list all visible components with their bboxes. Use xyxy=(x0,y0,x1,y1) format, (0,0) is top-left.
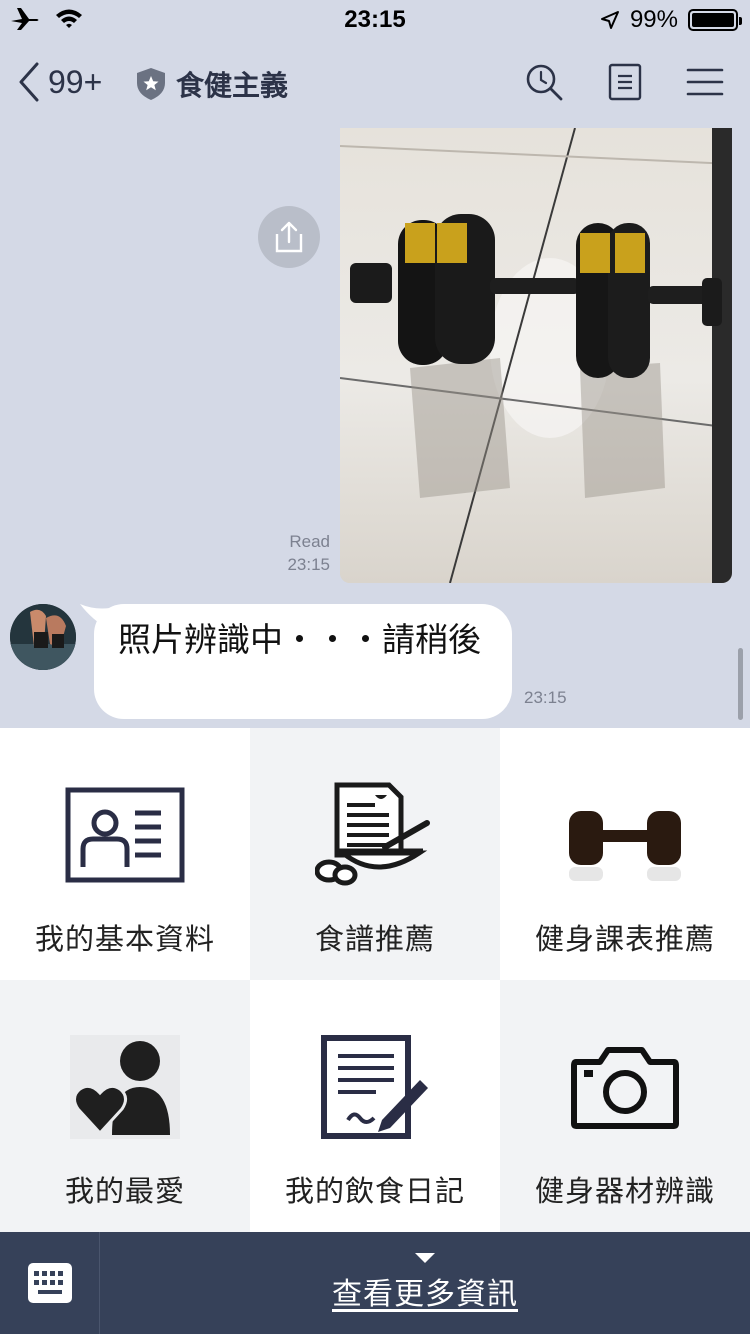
avatar[interactable] xyxy=(10,604,76,670)
keyboard-toggle-button[interactable] xyxy=(0,1232,100,1334)
battery-icon xyxy=(688,9,742,31)
chat-area[interactable]: Read 23:15 照片辨識中・・・請稍後 23:15 xyxy=(0,128,750,728)
bot-avatar-image xyxy=(10,604,76,670)
rich-menu-bar: 查看更多資訊 xyxy=(0,1232,750,1334)
share-button[interactable] xyxy=(258,206,320,268)
status-right: 99% xyxy=(600,6,742,34)
message-time: 23:15 xyxy=(524,688,567,707)
menu-item-diary[interactable]: 我的飲食日記 xyxy=(250,980,500,1232)
camera-icon xyxy=(571,1047,679,1129)
message-text: 照片辨識中・・・請稍後 xyxy=(118,620,481,659)
rich-menu: 我的基本資料 食譜推薦 健身課表推薦 我的最愛 我的飲食日記 健身器材辨識 xyxy=(0,728,750,1232)
shield-star-icon xyxy=(137,68,165,100)
menu-item-recipes[interactable]: 食譜推薦 xyxy=(250,728,500,980)
chat-title[interactable]: 食健主義 xyxy=(136,64,288,104)
battery-percent: 99% xyxy=(629,6,678,33)
menu-item-label: 食譜推薦 xyxy=(314,922,435,956)
read-label: Read xyxy=(289,532,330,551)
menu-item-workout[interactable]: 健身課表推薦 xyxy=(500,728,750,980)
sent-image-message[interactable] xyxy=(340,128,732,583)
menu-item-equipment-recognition[interactable]: 健身器材辨識 xyxy=(500,980,750,1232)
unread-count: 99+ xyxy=(48,63,103,100)
notes-icon[interactable] xyxy=(608,63,642,101)
menu-item-favorites[interactable]: 我的最愛 xyxy=(0,980,250,1232)
back-chevron-icon xyxy=(19,62,39,102)
share-icon xyxy=(275,221,303,253)
status-bar: 23:15 99% xyxy=(0,0,750,40)
menu-item-label: 健身課表推薦 xyxy=(534,922,715,956)
read-receipt: Read 23:15 xyxy=(262,530,330,576)
menu-item-label: 我的最愛 xyxy=(64,1174,185,1208)
battery-fill xyxy=(692,13,734,27)
menu-item-profile[interactable]: 我的基本資料 xyxy=(0,728,250,980)
menu-item-label: 我的飲食日記 xyxy=(284,1174,465,1208)
location-arrow-icon xyxy=(600,11,619,29)
chat-title-text: 食健主義 xyxy=(176,69,289,102)
menu-item-label: 健身器材辨識 xyxy=(534,1174,715,1208)
profile-card-icon xyxy=(65,787,185,883)
incoming-message[interactable]: 照片辨識中・・・請稍後 xyxy=(94,604,512,719)
keyboard-icon xyxy=(27,1263,72,1303)
header-actions xyxy=(524,62,724,102)
collapse-arrow-icon xyxy=(415,1253,435,1263)
search-icon[interactable] xyxy=(524,62,564,102)
scrollbar[interactable] xyxy=(738,648,743,720)
diary-pen-icon xyxy=(321,1035,428,1139)
dumbbell-icon xyxy=(569,811,681,881)
back-button[interactable]: 99+ xyxy=(18,62,102,102)
recipe-bowl-icon xyxy=(315,782,430,886)
menu-item-label: 我的基本資料 xyxy=(34,922,215,956)
chat-header: 99+ 食健主義 xyxy=(0,40,750,128)
sent-time: 23:15 xyxy=(287,555,330,574)
menu-icon[interactable] xyxy=(686,67,724,97)
dumbbell-photo xyxy=(340,128,732,583)
see-more-button[interactable]: 查看更多資訊 xyxy=(100,1232,750,1334)
see-more-label: 查看更多資訊 xyxy=(332,1277,518,1312)
heart-person-icon xyxy=(70,1035,180,1139)
